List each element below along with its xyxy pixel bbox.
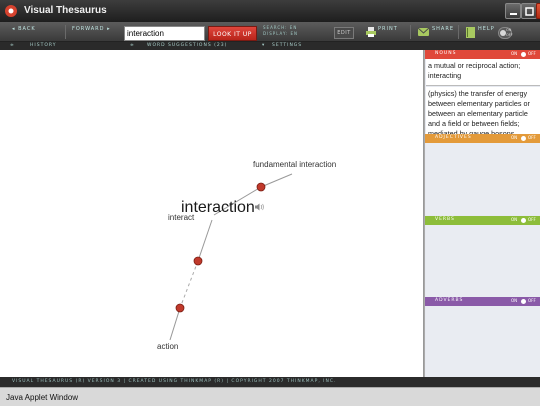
adverbs-body — [426, 306, 540, 377]
toggle-knob[interactable] — [521, 299, 526, 304]
toggle-knob[interactable] — [521, 52, 526, 57]
meaning-node[interactable] — [256, 182, 266, 192]
status-text: Java Applet Window — [6, 393, 79, 402]
section-header-adjectives[interactable]: ADJECTIVES ON OFF — [425, 134, 540, 143]
word-map-canvas[interactable]: fundamental interaction interaction inte… — [0, 50, 424, 377]
edit-button[interactable]: EDIT — [334, 27, 354, 39]
maximize-button[interactable] — [521, 3, 537, 19]
toggle-off-label: OFF — [506, 33, 513, 37]
credits-text: VISUAL THESAURUS (R) VERSION 3 | CREATED… — [12, 379, 337, 384]
close-button[interactable] — [536, 3, 540, 19]
app-window: Visual Thesaurus ◂ BACK FORWARD ▸ LOOK I… — [0, 0, 540, 406]
toggle-on-label: ON — [511, 135, 518, 140]
share-icon[interactable] — [418, 27, 429, 37]
meaning-node[interactable] — [175, 303, 185, 313]
dashed-link-line — [179, 260, 199, 309]
toolbar-divider — [65, 25, 66, 39]
settings-label[interactable]: SETTINGS — [272, 43, 302, 48]
suggestions-dropdown-arrow[interactable]: ≑ — [130, 43, 135, 48]
toggle-knob[interactable] — [521, 136, 526, 141]
toggle-labels: ON OFF — [506, 28, 513, 38]
toggle-on-label: ON — [511, 298, 518, 303]
section-header-adverbs[interactable]: ADVERBS ON OFF — [425, 297, 540, 306]
settings-dropdown-arrow[interactable]: ▾ — [262, 43, 265, 48]
sub-header: ≑ HISTORY ≑ WORD SUGGESTIONS (23) ▾ SETT… — [0, 42, 540, 50]
language-settings[interactable]: SEARCH: EN DISPLAY: EN — [263, 25, 298, 37]
verbs-body — [426, 225, 540, 297]
credits-bar: VISUAL THESAURUS (R) VERSION 3 | CREATED… — [0, 377, 540, 387]
definition-item[interactable]: a mutual or reciprocal action; interacti… — [426, 59, 540, 86]
help-book-icon[interactable] — [466, 27, 475, 38]
toggle-off-label: OFF — [528, 51, 536, 56]
app-logo-icon — [5, 5, 17, 17]
help-toggle[interactable]: ON OFF — [498, 27, 513, 39]
maximize-icon — [525, 7, 534, 16]
history-label[interactable]: HISTORY — [30, 43, 56, 48]
display-language-label: DISPLAY: EN — [263, 31, 299, 36]
link-line — [169, 307, 181, 341]
section-name: ADJECTIVES — [435, 135, 472, 140]
meaning-node[interactable] — [193, 256, 203, 266]
link-line — [197, 219, 213, 262]
forward-button[interactable]: FORWARD ▸ — [72, 26, 111, 32]
toggle-off-label: OFF — [528, 298, 536, 303]
help-button[interactable]: HELP — [478, 26, 495, 32]
share-button[interactable]: SHARE — [432, 26, 454, 32]
section-header-verbs[interactable]: VERBS ON OFF — [425, 216, 540, 225]
toolbar-divider — [458, 25, 459, 39]
section-name: NOUNS — [435, 51, 457, 56]
title-bar: Visual Thesaurus — [0, 0, 540, 22]
speaker-icon[interactable] — [255, 203, 265, 211]
toolbar-divider — [410, 25, 411, 39]
link-line — [260, 173, 293, 188]
toggle-knob[interactable] — [521, 218, 526, 223]
toolbar: ◂ BACK FORWARD ▸ LOOK IT UP SEARCH: EN D… — [0, 22, 540, 42]
toggle-off-label: OFF — [528, 217, 536, 222]
back-button[interactable]: ◂ BACK — [12, 26, 36, 32]
look-it-up-button[interactable]: LOOK IT UP — [208, 26, 257, 41]
definition-item[interactable]: (physics) the transfer of energy between… — [426, 87, 540, 134]
minimize-button[interactable] — [505, 3, 521, 19]
window-title: Visual Thesaurus — [24, 5, 107, 16]
section-name: VERBS — [435, 217, 455, 222]
toggle-off-label: OFF — [528, 135, 536, 140]
word-node-action[interactable]: action — [157, 342, 178, 351]
section-name: ADVERBS — [435, 298, 464, 303]
word-node-fundamental-interaction[interactable]: fundamental interaction — [253, 160, 336, 169]
definitions-panel: NOUNS ON OFF a mutual or reciprocal acti… — [424, 50, 540, 377]
section-header-nouns[interactable]: NOUNS ON OFF — [425, 50, 540, 59]
print-button[interactable]: PRINT — [378, 26, 398, 32]
toggle-on-label: ON — [511, 51, 518, 56]
adjectives-body — [426, 143, 540, 215]
status-bar: Java Applet Window — [0, 387, 540, 406]
search-input[interactable] — [124, 26, 205, 41]
word-suggestions-label[interactable]: WORD SUGGESTIONS (23) — [147, 43, 227, 48]
minimize-icon — [510, 13, 517, 15]
printer-icon[interactable] — [366, 27, 376, 37]
word-node-interact[interactable]: interact — [168, 213, 194, 222]
toggle-on-label: ON — [511, 217, 518, 222]
history-dropdown-arrow[interactable]: ≑ — [10, 43, 15, 48]
